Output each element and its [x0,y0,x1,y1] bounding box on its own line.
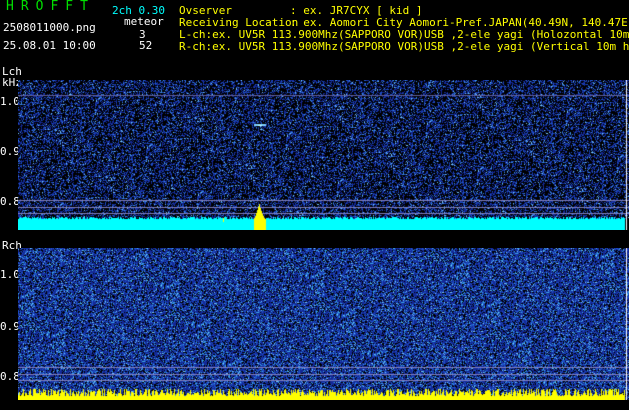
lch-ytick-1: 1.0 [0,95,20,108]
filename: 2508011000.png [3,21,96,34]
rch-ytick-3: 0.8 [0,370,20,383]
rch-info: R-ch:ex. UV5R 113.900Mhz(SAPPORO VOR)USB… [179,41,629,53]
lch-ytick-2: 0.9 [0,145,20,158]
rch-ytick-1: 1.0 [0,268,20,281]
meteor-count-r: 52 [139,39,153,52]
lch-ytick-3: 0.8 [0,195,20,208]
app-name: HROFFT [6,0,95,14]
meteor-label: meteor [124,15,164,28]
lch-info: L-ch:ex. UV5R 113.900Mhz(SAPPORO VOR)USB… [179,29,629,41]
lch-spectrogram [18,80,629,230]
timestamp: 25.08.01 10:00 [3,39,96,52]
location-value: : ex. Aomori City Aomori-Pref.JAPAN(40.4… [290,16,629,29]
location-label: Receiving Location [179,16,299,29]
rch-spectrogram [18,248,629,400]
rch-ytick-2: 0.9 [0,320,20,333]
